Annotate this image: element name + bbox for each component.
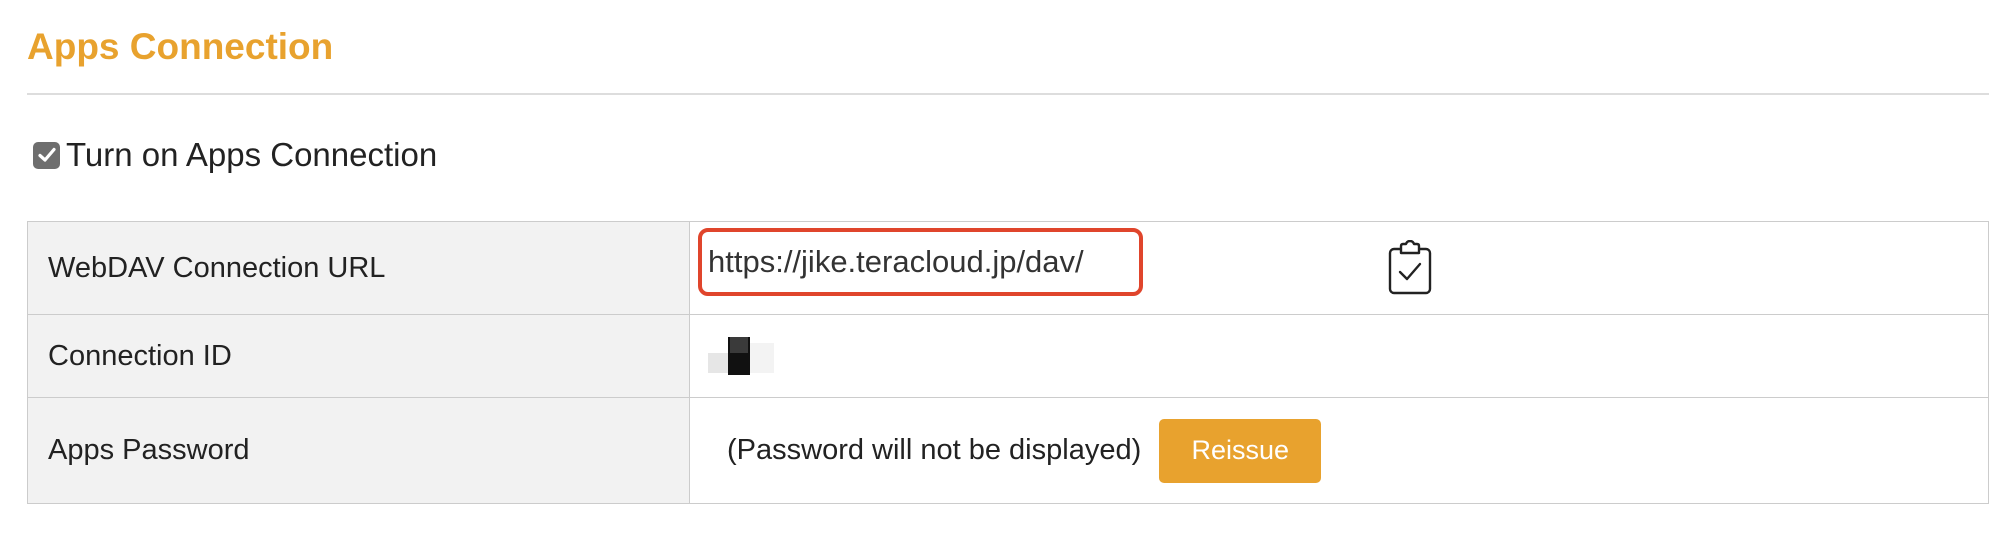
connection-settings-table: WebDAV Connection URL https://jike.terac… bbox=[27, 221, 1989, 504]
webdav-url-highlight: https://jike.teracloud.jp/dav/ bbox=[698, 228, 1143, 296]
apps-connection-checkbox[interactable] bbox=[33, 141, 60, 169]
apps-password-label: Apps Password bbox=[28, 398, 690, 503]
table-row-apps-password: Apps Password (Password will not be disp… bbox=[28, 398, 1988, 503]
apps-connection-label: Turn on Apps Connection bbox=[66, 136, 438, 173]
checkmark-icon bbox=[37, 147, 56, 162]
table-row-connection-id: Connection ID bbox=[28, 315, 1988, 398]
clipboard-check-icon bbox=[1388, 240, 1432, 295]
section-title: Apps Connection bbox=[27, 26, 334, 67]
apps-password-value-cell: (Password will not be displayed) Reissue bbox=[690, 398, 1988, 503]
webdav-url-label: WebDAV Connection URL bbox=[28, 222, 690, 314]
webdav-url-value-cell: https://jike.teracloud.jp/dav/ bbox=[690, 222, 1988, 314]
connection-id-redacted bbox=[708, 335, 778, 377]
title-divider bbox=[27, 93, 1989, 95]
webdav-url-text[interactable]: https://jike.teracloud.jp/dav/ bbox=[708, 244, 1084, 280]
table-row-webdav-url: WebDAV Connection URL https://jike.terac… bbox=[28, 222, 1988, 315]
apps-connection-toggle[interactable]: Turn on Apps Connection bbox=[33, 130, 437, 180]
connection-id-label: Connection ID bbox=[28, 315, 690, 397]
password-hidden-note: (Password will not be displayed) bbox=[727, 434, 1142, 466]
reissue-button[interactable]: Reissue bbox=[1159, 418, 1322, 483]
copy-url-button[interactable] bbox=[1387, 240, 1433, 296]
connection-id-value-cell bbox=[690, 315, 1988, 397]
